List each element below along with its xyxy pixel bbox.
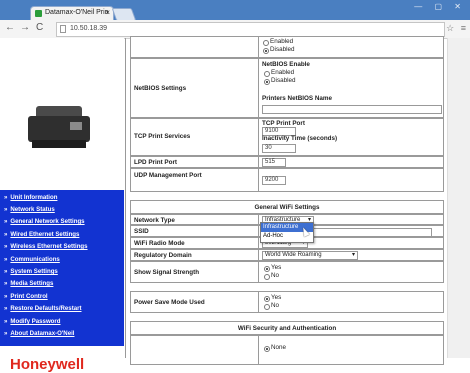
- netbios-enabled-radio[interactable]: [264, 71, 270, 77]
- sidebar-item-network-status[interactable]: Network Status: [4, 206, 54, 213]
- netbios-name-label: Printers NetBIOS Name: [262, 95, 332, 102]
- top-enabled-radio[interactable]: [263, 40, 269, 46]
- address-bar[interactable]: 10.50.18.39: [56, 22, 445, 37]
- lpd-port-input[interactable]: 515: [262, 158, 286, 167]
- sidebar-item-about[interactable]: About Datamax-O'Neil: [4, 330, 74, 337]
- network-type-label: Network Type: [134, 217, 175, 224]
- wifi-security-header-row: WiFi Security and Authentication: [130, 321, 444, 335]
- top-disabled-radio[interactable]: [263, 48, 269, 54]
- security-none-radio[interactable]: [264, 346, 270, 352]
- tab-title: Datamax-O'Neil Prin: [45, 9, 109, 16]
- netbios-disabled-label: Disabled: [271, 77, 296, 84]
- browser-titlebar: Datamax-O'Neil Prin × — ▢ ✕: [0, 0, 470, 21]
- inactivity-time-input[interactable]: 30: [262, 144, 296, 153]
- sidebar: Unit Information Network Status General …: [0, 38, 124, 373]
- browser-tab[interactable]: Datamax-O'Neil Prin ×: [30, 6, 114, 21]
- page-icon: [60, 25, 66, 33]
- psm-yes-radio[interactable]: [264, 296, 270, 302]
- signal-yes-label: Yes: [271, 264, 282, 271]
- wifi-security-header: WiFi Security and Authentication: [237, 325, 337, 332]
- window-controls[interactable]: — ▢ ✕: [414, 2, 466, 11]
- back-arrow-icon[interactable]: ←: [5, 22, 15, 33]
- settings-row-netbios: NetBIOS Settings NetBIOS Enable Enabled …: [130, 58, 444, 118]
- security-none-label: None: [271, 344, 287, 351]
- signal-no-radio[interactable]: [264, 274, 270, 280]
- chevron-down-icon: ▾: [351, 252, 355, 258]
- top-disabled-label: Disabled: [270, 46, 295, 53]
- sidebar-item-system-settings[interactable]: System Settings: [4, 268, 57, 275]
- tab-close-icon[interactable]: ×: [105, 8, 110, 17]
- wifi-settings-header-row: General WiFi Settings: [130, 200, 444, 214]
- settings-row-signal-strength: Show Signal Strength Yes No: [130, 261, 444, 283]
- tcp-port-label: TCP Print Port: [262, 120, 305, 127]
- printer-image: [28, 106, 90, 150]
- wifi-radio-mode-label: WiFi Radio Mode: [134, 240, 185, 247]
- sidebar-item-print-control[interactable]: Print Control: [4, 293, 47, 300]
- sidebar-item-media-settings[interactable]: Media Settings: [4, 280, 53, 287]
- udp-port-input[interactable]: 9200: [262, 176, 286, 185]
- inactivity-time-label: Inactivity Time (seconds): [262, 135, 338, 142]
- bookmark-menu-icons[interactable]: ☆ ≡: [446, 23, 468, 34]
- sidebar-nav: Unit Information Network Status General …: [0, 190, 124, 346]
- netbios-disabled-radio[interactable]: [264, 79, 270, 85]
- top-enabled-label: Enabled: [270, 38, 294, 45]
- general-wifi-settings-header: General WiFi Settings: [254, 204, 320, 211]
- settings-content: Enabled Disabled NetBIOS Settings NetBIO…: [125, 36, 448, 365]
- settings-row-lpd: LPD Print Port 515: [130, 156, 444, 168]
- sidebar-item-modify-password[interactable]: Modify Password: [4, 318, 60, 325]
- settings-row-tcp: TCP Print Services TCP Print Port 9100 I…: [130, 118, 444, 156]
- url-text: 10.50.18.39: [70, 25, 107, 32]
- netbios-name-input[interactable]: [262, 105, 442, 114]
- settings-row-security: None: [130, 335, 444, 365]
- regulatory-domain-label: Regulatory Domain: [134, 252, 192, 259]
- psm-no-label: No: [271, 302, 280, 309]
- psm-yes-label: Yes: [271, 294, 282, 301]
- favicon-icon: [35, 10, 42, 17]
- settings-row-top: Enabled Disabled: [130, 36, 444, 58]
- sidebar-item-wireless-ethernet-settings[interactable]: Wireless Ethernet Settings: [4, 243, 87, 250]
- ssid-label: SSID: [134, 228, 149, 235]
- reload-icon[interactable]: C: [36, 22, 43, 33]
- power-save-mode-label: Power Save Mode Used: [134, 299, 205, 306]
- honeywell-logo: Honeywell: [10, 356, 85, 373]
- page-scrollbar[interactable]: [447, 38, 470, 358]
- regulatory-domain-select[interactable]: World Wide Roaming ▾: [262, 251, 358, 260]
- udp-management-port-label: UDP Management Port: [134, 172, 202, 179]
- lpd-print-port-label: LPD Print Port: [134, 159, 178, 166]
- netbios-enabled-label: Enabled: [271, 69, 295, 76]
- signal-yes-radio[interactable]: [264, 266, 270, 272]
- tcp-print-services-label: TCP Print Services: [134, 133, 191, 140]
- sidebar-item-communications[interactable]: Communications: [4, 256, 59, 263]
- psm-no-radio[interactable]: [264, 304, 270, 310]
- sidebar-item-unit-information[interactable]: Unit Information: [4, 194, 57, 201]
- sidebar-item-general-network-settings[interactable]: General Network Settings: [4, 218, 84, 225]
- signal-no-label: No: [271, 272, 280, 279]
- netbios-settings-label: NetBIOS Settings: [134, 85, 187, 92]
- sidebar-item-restore-defaults[interactable]: Restore Defaults/Restart: [4, 305, 81, 312]
- settings-row-power-save: Power Save Mode Used Yes No: [130, 291, 444, 313]
- sidebar-item-wired-ethernet-settings[interactable]: Wired Ethernet Settings: [4, 231, 79, 238]
- settings-row-udp: UDP Management Port 9200: [130, 168, 444, 192]
- regulatory-domain-value: World Wide Roaming: [265, 252, 322, 258]
- show-signal-strength-label: Show Signal Strength: [134, 269, 200, 276]
- netbios-enable-title: NetBIOS Enable: [262, 61, 310, 68]
- settings-row-regulatory-domain: Regulatory Domain World Wide Roaming ▾: [130, 249, 444, 261]
- forward-arrow-icon[interactable]: →: [20, 22, 30, 33]
